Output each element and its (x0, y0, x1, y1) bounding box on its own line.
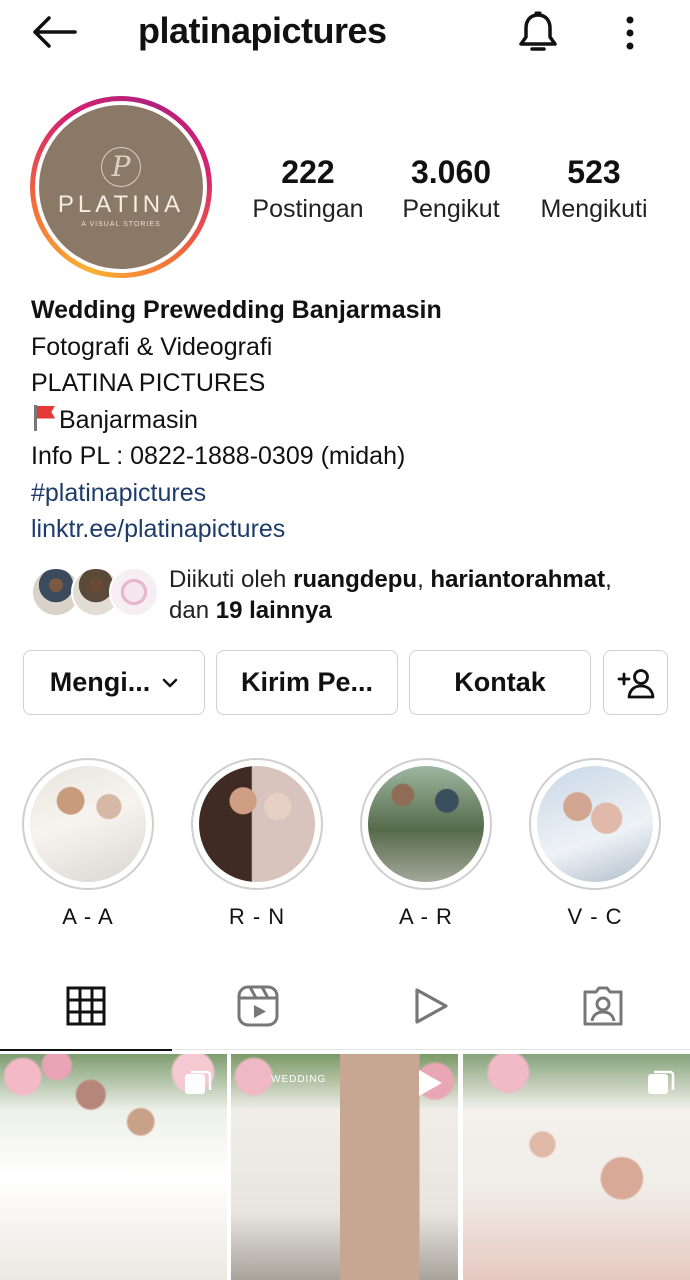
notifications-button[interactable] (512, 8, 564, 58)
message-button[interactable]: Kirim Pe... (216, 650, 398, 715)
more-vertical-icon (626, 16, 634, 50)
profile-tabs (0, 962, 690, 1051)
profile-bio: Wedding Prewedding Banjarmasin Fotografi… (31, 292, 671, 548)
highlight-label: V - C (567, 904, 623, 929)
profile-username: platinapictures (138, 10, 387, 51)
followers-label: Pengikut (402, 195, 500, 223)
active-tab-indicator (0, 1049, 172, 1051)
story-highlight[interactable]: A - R (360, 758, 492, 930)
grid-post[interactable]: WEDDING (231, 1054, 458, 1280)
bio-link[interactable]: linktr.ee/platinapictures (31, 511, 671, 548)
story-highlight[interactable]: V - C (529, 758, 661, 930)
suggest-users-button[interactable] (603, 650, 668, 715)
stat-posts[interactable]: 222 Postingan (246, 150, 370, 224)
video-play-icon (419, 1070, 442, 1096)
grid-icon (66, 986, 106, 1026)
following-button-label: Mengi... (49, 667, 151, 697)
profile-avatar[interactable]: P PLATINA A VISUAL STORIES (30, 96, 212, 278)
tab-videos[interactable] (345, 962, 517, 1050)
red-flag-icon (31, 404, 57, 431)
arrow-left-icon (33, 16, 77, 48)
carousel-icon (185, 1070, 212, 1094)
back-button[interactable] (28, 12, 80, 52)
highlight-cover (537, 766, 653, 882)
carousel-icon (648, 1070, 675, 1094)
stat-following[interactable]: 523 Mengikuti (532, 150, 656, 224)
bio-info: Info PL : 0822-1888-0309 (midah) (31, 442, 406, 470)
contact-button[interactable]: Kontak (409, 650, 591, 715)
story-highlight[interactable]: A - A (22, 758, 154, 930)
logo-subtext: A VISUAL STORIES (81, 220, 161, 228)
highlight-label: A - A (62, 904, 114, 929)
followed-by[interactable]: Diikuti oleh ruangdepu, hariantorahmat, … (31, 564, 671, 626)
follower-avatar (109, 567, 159, 617)
highlight-cover (199, 766, 315, 882)
reels-icon (237, 985, 279, 1027)
bio-hashtag[interactable]: #platinapictures (31, 475, 671, 512)
followers-count: 3.060 (410, 154, 492, 190)
display-name: Wedding Prewedding Banjarmasin (31, 296, 442, 324)
profile-category: Fotografi & Videografi (31, 332, 273, 361)
follower-username: ruangdepu (293, 566, 418, 593)
story-highlight[interactable]: R - N (191, 758, 323, 930)
following-button[interactable]: Mengi... (23, 650, 205, 715)
following-count: 523 (567, 154, 621, 190)
top-bar: platinapictures (0, 0, 690, 66)
message-button-label: Kirim Pe... (240, 667, 374, 697)
posts-label: Postingan (252, 195, 364, 223)
highlight-label: A - R (399, 904, 453, 929)
posts-count: 222 (281, 154, 335, 190)
bio-line: PLATINA PICTURES (31, 369, 266, 397)
play-icon (415, 988, 448, 1024)
grid-post[interactable] (0, 1054, 227, 1280)
follower-username: hariantorahmat (430, 566, 606, 593)
post-caption-text: WEDDING (271, 1074, 327, 1085)
followers-others: 19 lainnya (215, 597, 332, 624)
grid-post[interactable] (463, 1054, 690, 1280)
followed-by-text: Diikuti oleh ruangdepu, hariantorahmat, … (169, 566, 612, 624)
highlight-cover (30, 766, 146, 882)
logo-monogram: P (101, 146, 141, 187)
chevron-down-icon (162, 678, 178, 688)
brand-logo: P PLATINA A VISUAL STORIES (39, 105, 203, 269)
bell-icon (519, 11, 557, 51)
highlight-cover (368, 766, 484, 882)
tab-tagged[interactable] (517, 962, 689, 1050)
more-options-button[interactable] (610, 8, 650, 58)
tab-reels[interactable] (172, 962, 344, 1050)
highlight-label: R - N (228, 904, 286, 929)
location-text: Banjarmasin (59, 405, 198, 434)
posts-grid: WEDDING (0, 1054, 690, 1280)
bio-location: Banjarmasin (31, 402, 671, 439)
stat-followers[interactable]: 3.060 Pengikut (392, 150, 510, 224)
tagged-icon (583, 986, 623, 1026)
add-user-icon (617, 668, 654, 698)
following-label: Mengikuti (540, 195, 648, 223)
tab-posts-grid[interactable] (0, 962, 172, 1051)
contact-button-label: Kontak (454, 667, 546, 697)
logo-text: PLATINA (57, 190, 185, 218)
